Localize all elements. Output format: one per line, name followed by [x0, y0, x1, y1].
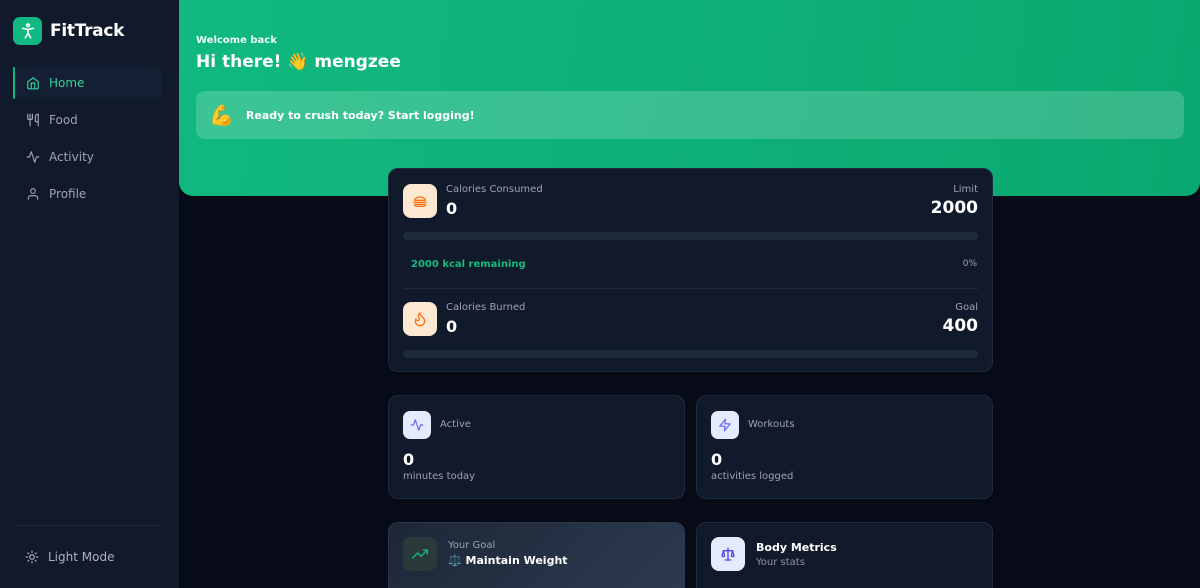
sidebar-item-food[interactable]: Food [13, 104, 163, 136]
motivation-banner: 💪 Ready to crush today? Start logging! [196, 91, 1184, 139]
goal-card[interactable]: Your Goal ⚖️ Maintain Weight [388, 522, 685, 588]
percent-text: 0% [962, 259, 977, 269]
workouts-sub: activities logged [711, 471, 794, 482]
person-icon [13, 17, 42, 45]
app-name: FitTrack [50, 21, 125, 41]
calories-consumed-value: 0 [446, 199, 458, 218]
theme-toggle-label: Light Mode [48, 550, 115, 564]
sidebar-nav: Home Food Activity Profile [13, 67, 163, 215]
activity-icon [26, 150, 40, 164]
sidebar-item-profile[interactable]: Profile [13, 178, 163, 210]
zap-icon [711, 411, 739, 439]
body-metrics-title: Body Metrics [756, 541, 837, 554]
flame-icon [403, 302, 437, 336]
goal-value: ⚖️ Maintain Weight [448, 554, 568, 567]
active-card: Active 0 minutes today [388, 395, 685, 499]
calories-burned-row: Calories Burned 0 Goal 400 [403, 302, 978, 336]
calories-consumed-label: Calories Consumed [446, 184, 543, 195]
greeting-title: Hi there! 👋 mengzee [196, 52, 401, 72]
sidebar-divider [14, 525, 160, 526]
sidebar-item-label: Activity [49, 150, 94, 164]
goal-label: Goal [955, 302, 978, 313]
burned-progress-bar [403, 350, 978, 358]
theme-toggle-button[interactable]: Light Mode [25, 550, 114, 564]
brand[interactable]: FitTrack [13, 17, 124, 45]
calories-consumed-row: Calories Consumed 0 Limit 2000 [403, 184, 978, 218]
workouts-label: Workouts [748, 419, 795, 430]
calories-card: Calories Consumed 0 Limit 2000 2000 kcal… [388, 168, 993, 372]
sidebar: FitTrack Home Food Activity Profile Ligh… [0, 0, 179, 588]
workouts-card: Workouts 0 activities logged [696, 395, 993, 499]
burger-icon [403, 184, 437, 218]
consumed-progress-bar [403, 232, 978, 240]
sidebar-item-activity[interactable]: Activity [13, 141, 163, 173]
active-label: Active [440, 419, 471, 430]
flexed-bicep-icon: 💪 [209, 103, 234, 127]
home-icon [26, 76, 40, 90]
active-value: 0 [403, 450, 415, 469]
limit-value: 2000 [930, 198, 978, 218]
workouts-value: 0 [711, 450, 723, 469]
goal-label: Your Goal [448, 540, 496, 551]
trending-up-icon [403, 537, 437, 571]
sun-icon [25, 550, 39, 564]
card-divider [403, 288, 978, 289]
sidebar-item-label: Home [49, 76, 85, 90]
utensils-icon [26, 113, 40, 127]
remaining-text: 2000 kcal remaining [411, 259, 526, 270]
activity-icon [403, 411, 431, 439]
calories-burned-label: Calories Burned [446, 302, 526, 313]
body-metrics-card[interactable]: Body Metrics Your stats [696, 522, 993, 588]
body-metrics-sub: Your stats [756, 557, 805, 568]
goal-value: 400 [942, 316, 979, 336]
active-sub: minutes today [403, 471, 476, 482]
sidebar-item-label: Profile [49, 187, 87, 201]
user-icon [26, 187, 40, 201]
sidebar-item-home[interactable]: Home [13, 67, 163, 99]
hero-header: Welcome back Hi there! 👋 mengzee 💪 Ready… [179, 0, 1200, 196]
calories-burned-value: 0 [446, 317, 458, 336]
welcome-text: Welcome back [196, 35, 277, 46]
banner-text: Ready to crush today? Start logging! [245, 108, 475, 122]
sidebar-item-label: Food [49, 113, 78, 127]
limit-label: Limit [953, 184, 978, 195]
scale-icon [711, 537, 745, 571]
